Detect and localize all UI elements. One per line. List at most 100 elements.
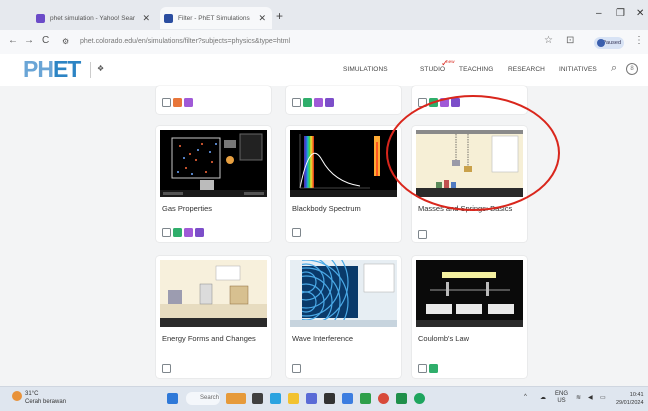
- format-badge-purple-icon[interactable]: [184, 228, 193, 237]
- sim-card-wave-interference[interactable]: Wave Interference: [286, 256, 401, 378]
- store-icon[interactable]: [324, 393, 335, 404]
- sim-thumbnail-gas-properties: [160, 130, 267, 197]
- chrome-icon[interactable]: [378, 393, 389, 404]
- phet-logo[interactable]: PHET: [23, 56, 81, 83]
- extensions-icon[interactable]: ⊡: [566, 35, 574, 46]
- tab-title: phet simulation - Yahoo! Sear: [50, 14, 136, 22]
- browser-tab-search[interactable]: phet simulation - Yahoo! Sear ✕: [32, 7, 156, 29]
- close-tab-icon[interactable]: ✕: [258, 13, 266, 24]
- weather-widget[interactable]: 31°C Cerah berawan: [25, 390, 66, 406]
- sim-card-blackbody-spectrum[interactable]: Blackbody Spectrum: [286, 126, 401, 242]
- profile-button[interactable]: Paused: [594, 37, 624, 49]
- browser-tab-phet[interactable]: Filter - PhET Simulations ✕: [160, 7, 272, 29]
- weather-icon[interactable]: [12, 391, 22, 401]
- sim-title: Wave Interference: [292, 334, 353, 343]
- clock[interactable]: 10:41 29/01/2024: [616, 391, 644, 407]
- close-window-icon[interactable]: ✕: [636, 8, 644, 19]
- format-badge-gray-icon[interactable]: [418, 364, 427, 373]
- tray-cloud-icon[interactable]: ☁: [540, 394, 546, 401]
- forward-icon[interactable]: →: [24, 35, 34, 46]
- format-badge-green-icon[interactable]: [173, 228, 182, 237]
- teams-icon[interactable]: [306, 393, 317, 404]
- sim-card-masses-and-springs-basics[interactable]: Masses and Springs: Basics: [412, 126, 527, 242]
- format-badge-gray-icon[interactable]: [418, 230, 427, 239]
- tray-chevron-icon[interactable]: ^: [524, 394, 527, 400]
- annotation-mark: ✓: [441, 58, 449, 68]
- sim-thumbnail-blackbody-spectrum: [290, 130, 397, 197]
- volume-icon[interactable]: ◀: [588, 394, 593, 401]
- format-badge-purple-icon[interactable]: [184, 98, 193, 107]
- nav-research[interactable]: RESEARCH: [508, 66, 545, 73]
- profile-label: Paused: [602, 40, 621, 46]
- search-icon[interactable]: ⌕: [611, 62, 617, 75]
- sim-badges: [418, 230, 427, 239]
- widgets-icon[interactable]: [226, 393, 246, 404]
- sim-card-partial[interactable]: [412, 86, 527, 114]
- new-tab-button[interactable]: +: [276, 9, 283, 23]
- sim-card-gas-properties[interactable]: Gas Properties: [156, 126, 271, 242]
- app-icon[interactable]: [396, 393, 407, 404]
- format-badge-purple2-icon[interactable]: [451, 98, 460, 107]
- minimize-icon[interactable]: ‒: [596, 8, 602, 19]
- maximize-icon[interactable]: ❐: [616, 8, 625, 19]
- sim-badges: [162, 228, 204, 237]
- sim-title: Gas Properties: [162, 204, 213, 213]
- avatar: [597, 39, 605, 47]
- windows-start-icon[interactable]: [167, 393, 178, 404]
- sim-badges: [162, 364, 171, 373]
- sim-badges-1: [292, 98, 334, 107]
- sim-card-partial[interactable]: [156, 86, 271, 114]
- format-badge-gray-icon[interactable]: [162, 228, 171, 237]
- yahoo-favicon-icon: [36, 13, 45, 23]
- word-icon[interactable]: [342, 393, 353, 404]
- menu-dots-icon[interactable]: ⋮: [634, 35, 644, 46]
- browser-tab-strip: phet simulation - Yahoo! Sear ✕ Filter -…: [0, 0, 648, 30]
- close-tab-icon[interactable]: ✕: [142, 13, 150, 24]
- simulation-grid: Gas Properties Blackbody Spectrum Masses…: [0, 86, 648, 386]
- wifi-icon[interactable]: ≋: [576, 394, 581, 401]
- app-icon[interactable]: [360, 393, 371, 404]
- bookmark-star-icon[interactable]: ☆: [544, 35, 553, 46]
- format-badge-gray-icon[interactable]: [418, 98, 427, 107]
- sim-card-energy-forms-and-changes[interactable]: Energy Forms and Changes: [156, 256, 271, 378]
- format-badge-purple2-icon[interactable]: [325, 98, 334, 107]
- tab-title: Filter - PhET Simulations: [178, 14, 250, 22]
- battery-icon[interactable]: ▭: [600, 394, 606, 401]
- sim-title: Masses and Springs: Basics: [418, 204, 513, 213]
- format-badge-gray-icon[interactable]: [162, 364, 171, 373]
- format-badge-gray-icon[interactable]: [162, 98, 171, 107]
- format-badge-gray-icon[interactable]: [292, 98, 301, 107]
- nav-teaching[interactable]: TEACHING: [459, 66, 493, 73]
- format-badge-purple-icon[interactable]: [440, 98, 449, 107]
- format-badge-green-icon[interactable]: [429, 364, 438, 373]
- sim-card-partial[interactable]: [286, 86, 401, 114]
- format-badge-orange-icon[interactable]: [173, 98, 182, 107]
- language-indicator[interactable]: ENG US: [555, 391, 568, 405]
- task-view-icon[interactable]: [252, 393, 263, 404]
- sim-badges: [292, 228, 301, 237]
- format-badge-purple2-icon[interactable]: [195, 228, 204, 237]
- format-badge-purple-icon[interactable]: [314, 98, 323, 107]
- weather-desc: Cerah berawan: [25, 399, 67, 405]
- reload-icon[interactable]: C: [42, 35, 49, 46]
- nav-initiatives[interactable]: INITIATIVES: [559, 66, 597, 73]
- url-input[interactable]: phet.colorado.edu/en/simulations/filter?…: [80, 34, 530, 50]
- sim-card-coulombs-law[interactable]: Coulomb's Law: [412, 256, 527, 378]
- university-logo-icon: ❖: [97, 64, 105, 73]
- taskbar-search[interactable]: Search: [186, 392, 220, 405]
- format-badge-green-icon[interactable]: [303, 98, 312, 107]
- site-info-icon[interactable]: ⚙: [62, 37, 69, 46]
- sim-thumbnail-coulombs-law: [416, 260, 523, 327]
- sim-title: Energy Forms and Changes: [162, 334, 256, 343]
- format-badge-gray-icon[interactable]: [292, 228, 301, 237]
- logo-divider: [90, 62, 91, 78]
- edge-icon[interactable]: [270, 393, 281, 404]
- file-explorer-icon[interactable]: [288, 393, 299, 404]
- sim-title: Blackbody Spectrum: [292, 204, 361, 213]
- user-account-icon[interactable]: 8: [626, 63, 638, 75]
- whatsapp-icon[interactable]: [414, 393, 425, 404]
- format-badge-gray-icon[interactable]: [292, 364, 301, 373]
- nav-simulations[interactable]: SIMULATIONS: [343, 66, 388, 73]
- back-icon[interactable]: ←: [8, 35, 18, 46]
- format-badge-green-icon[interactable]: [429, 98, 438, 107]
